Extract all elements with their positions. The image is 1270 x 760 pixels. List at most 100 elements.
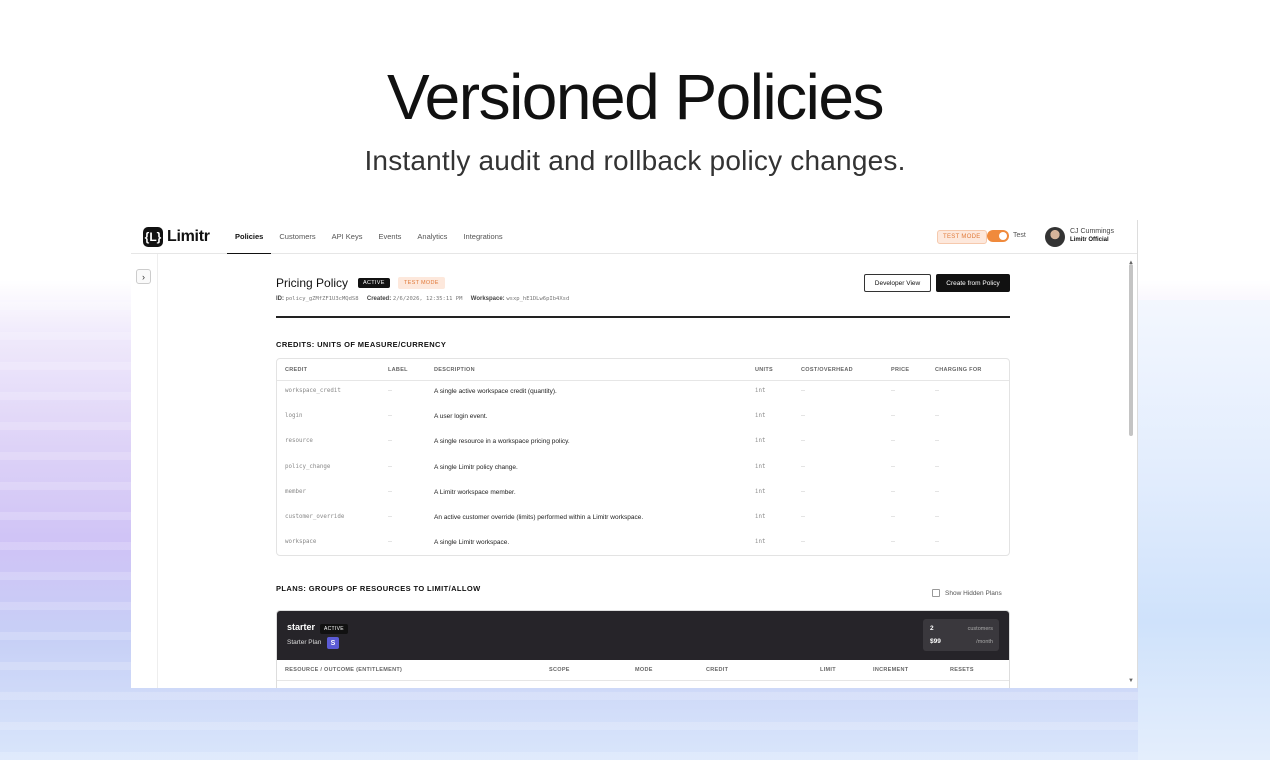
plan-table-divider — [277, 680, 1009, 681]
toggle-knob — [999, 232, 1007, 240]
show-hidden-checkbox[interactable] — [932, 589, 940, 597]
plan-stats: 2 customers $99 /month — [923, 619, 999, 651]
credit-charging-for: -- — [935, 514, 939, 520]
mode-badge: TEST MODE — [398, 277, 445, 289]
show-hidden-plans[interactable]: Show Hidden Plans — [932, 589, 1002, 597]
nav-events[interactable]: Events — [370, 220, 409, 254]
col-description: DESCRIPTION — [434, 367, 475, 373]
credit-price: -- — [891, 539, 895, 546]
credit-units: int — [755, 514, 766, 520]
credit-price: -- — [891, 413, 895, 420]
credit-units: int — [755, 438, 766, 445]
credit-cost: -- — [801, 539, 805, 546]
plan-price: $99 — [930, 638, 941, 645]
nav-api-keys[interactable]: API Keys — [324, 220, 371, 254]
policy-id: policy_gZMfZF1U3cMQdS8 — [285, 296, 359, 302]
credit-name: resource — [285, 438, 313, 445]
col-credit: CREDIT — [285, 367, 308, 373]
credit-description: A single Limitr policy change. — [434, 463, 518, 471]
user-name[interactable]: CJ Cummings — [1070, 228, 1114, 235]
plan-col-scope: SCOPE — [549, 667, 570, 673]
hero-subtitle: Instantly audit and rollback policy chan… — [364, 145, 906, 176]
credit-name: login — [285, 413, 303, 420]
table-row[interactable]: policy_change -- A single Limitr policy ch… — [277, 464, 1009, 489]
col-cost: COST/OVERHEAD — [801, 367, 853, 373]
create-from-policy-button[interactable]: Create from Policy — [936, 274, 1010, 292]
credit-charging-for: -- — [935, 413, 939, 420]
table-row[interactable]: login -- A user login event. int -- -- -- — [277, 413, 1009, 438]
col-charging-for: CHARGING FOR — [935, 367, 982, 373]
credit-description: A user login event. — [434, 413, 488, 421]
sidebar-expand-button[interactable]: › — [136, 269, 151, 284]
created-value: 2/6/2026, 12:35:11 PM — [392, 296, 463, 302]
table-row[interactable]: resource -- A single resource in a workspa… — [277, 438, 1009, 463]
id-label: ID: — [276, 296, 284, 302]
plan-name: starter — [287, 622, 316, 632]
credit-name: member — [285, 488, 306, 495]
nav-policies[interactable]: Policies — [227, 220, 272, 254]
credit-cost: -- — [801, 438, 805, 445]
credit-name: workspace — [285, 539, 317, 546]
sidebar: › — [131, 254, 158, 688]
table-row[interactable]: workspace_credit -- A single active worksp… — [277, 388, 1009, 413]
credit-description: A single Limitr workspace. — [434, 539, 510, 547]
credit-description: An active customer override (limits) per… — [434, 514, 644, 521]
divider — [276, 316, 1010, 318]
scroll-down-icon[interactable]: ▼ — [1128, 678, 1134, 684]
credit-label: -- — [388, 438, 392, 445]
credit-charging-for: -- — [935, 539, 939, 546]
table-row[interactable]: customer_override -- An active customer ov… — [277, 514, 1009, 539]
nav-links: Policies Customers API Keys Events Analy… — [227, 220, 511, 254]
plan-status-badge: ACTIVE — [320, 624, 348, 634]
plan-col-credit: CREDIT — [706, 667, 729, 673]
scrollbar[interactable]: ▲ ▼ — [1126, 260, 1136, 688]
credit-price: -- — [891, 438, 895, 445]
nav-integrations[interactable]: Integrations — [455, 220, 510, 254]
top-navigation: {L} Limitr Policies Customers API Keys E… — [131, 220, 1137, 254]
credit-cost: -- — [801, 413, 805, 420]
table-header: CREDIT LABEL DESCRIPTION UNITS COST/OVER… — [277, 359, 1009, 381]
plan-icon: S — [327, 637, 339, 649]
credit-label: -- — [388, 514, 392, 520]
plan-col-resource: RESOURCE / OUTCOME (ENTITLEMENT) — [285, 667, 403, 673]
plan-display-name: Starter Plan — [287, 639, 322, 646]
credit-units: int — [755, 413, 766, 420]
test-mode-toggle-label: Test — [1013, 232, 1026, 239]
credit-charging-for: -- — [935, 438, 939, 445]
chevron-right-icon: › — [142, 271, 145, 282]
credit-name: customer_override — [285, 514, 345, 520]
credit-price: -- — [891, 488, 895, 495]
credit-label: -- — [388, 539, 392, 546]
status-badge: ACTIVE — [358, 278, 390, 288]
nav-customers[interactable]: Customers — [271, 220, 323, 254]
background-right-panel — [1138, 300, 1270, 760]
test-mode-toggle[interactable] — [987, 230, 1009, 242]
nav-analytics[interactable]: Analytics — [409, 220, 455, 254]
credit-name: workspace_credit — [285, 388, 341, 394]
plan-card[interactable]: starter ACTIVE Starter Plan S 2 customer… — [276, 610, 1010, 688]
workspace-label: Workspace: — [470, 296, 505, 302]
policy-meta: ID: policy_gZMfZF1U3cMQdS8 Created: 2/6/… — [276, 296, 569, 302]
created-label: Created: — [366, 296, 392, 302]
plan-customers-label: customers — [967, 626, 993, 632]
plan-header: starter ACTIVE Starter Plan S 2 customer… — [277, 611, 1009, 660]
table-row[interactable]: member -- A Limitr workspace member. int -- -… — [277, 489, 1009, 514]
credit-description: A single active workspace credit (quanti… — [434, 388, 557, 395]
col-units: UNITS — [755, 367, 773, 373]
developer-view-button[interactable]: Developer View — [864, 274, 931, 292]
test-mode-badge: TEST MODE — [937, 230, 987, 244]
table-row[interactable]: workspace -- A single Limitr workspace. int… — [277, 539, 1009, 555]
plan-col-mode: MODE — [635, 667, 653, 673]
logo[interactable]: {L} Limitr — [143, 227, 210, 247]
user-avatar[interactable] — [1045, 227, 1065, 247]
credit-charging-for: -- — [935, 488, 939, 495]
credit-cost: -- — [801, 514, 805, 520]
plan-customers-count: 2 — [930, 625, 934, 632]
credit-cost: -- — [801, 463, 805, 470]
credit-charging-for: -- — [935, 388, 939, 394]
col-label: LABEL — [388, 367, 408, 373]
scroll-thumb[interactable] — [1129, 264, 1133, 436]
plan-price-period: /month — [976, 639, 993, 645]
workspace-value: wsxp_hE1DLw6pIb4Xsd — [506, 296, 570, 302]
credits-section-title: CREDITS: UNITS OF MEASURE/CURRENCY — [276, 340, 447, 349]
